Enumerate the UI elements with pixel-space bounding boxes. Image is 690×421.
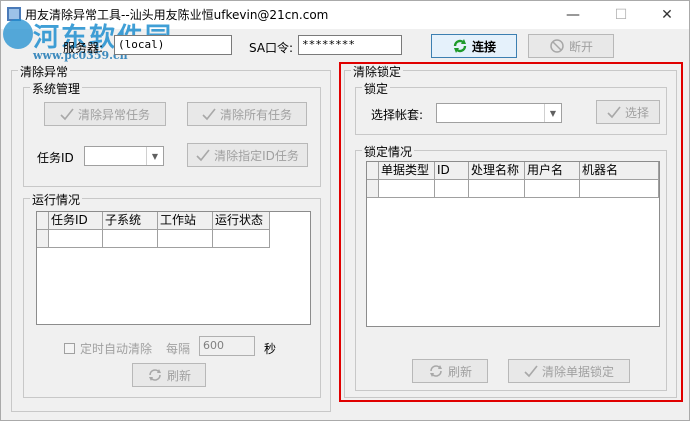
chevron-down-icon: ▼ bbox=[146, 147, 163, 165]
auto-clear-label: 定时自动清除 bbox=[80, 342, 153, 356]
column-header[interactable]: 运行状态 bbox=[213, 212, 270, 230]
minimize-icon: — bbox=[566, 7, 580, 23]
minimize-button[interactable]: — bbox=[550, 1, 596, 29]
checkmark-icon bbox=[196, 149, 210, 162]
connect-button[interactable]: 连接 bbox=[431, 34, 517, 58]
interval-input[interactable]: 600 bbox=[199, 336, 255, 356]
table-cell[interactable] bbox=[213, 230, 270, 248]
disconnect-button[interactable]: 断开 bbox=[528, 34, 614, 58]
task-id-select[interactable]: ▼ bbox=[84, 146, 164, 166]
clear-exception-tasks-label: 清除异常任务 bbox=[77, 107, 150, 122]
highlight-box bbox=[339, 62, 683, 402]
clear-all-tasks-label: 清除所有任务 bbox=[219, 107, 292, 122]
refresh-label: 刷新 bbox=[166, 368, 191, 383]
column-header[interactable]: 子系统 bbox=[103, 212, 158, 230]
checkmark-icon bbox=[60, 108, 74, 121]
clear-specified-task-label: 清除指定ID任务 bbox=[214, 148, 299, 163]
system-mgmt-group: 系统管理 清除异常任务 清除所有任务 任务ID ▼ 清除指定ID任务 bbox=[23, 80, 321, 187]
connect-label: 连接 bbox=[471, 39, 496, 54]
maximize-icon: ☐ bbox=[614, 7, 628, 23]
clear-exception-tasks-button[interactable]: 清除异常任务 bbox=[44, 102, 166, 126]
interval-label: 每隔 bbox=[166, 342, 191, 356]
disconnect-label: 断开 bbox=[568, 39, 593, 54]
table-cell[interactable] bbox=[158, 230, 213, 248]
clear-exception-group: 清除异常 系统管理 清除异常任务 清除所有任务 任务ID ▼ 清除指定ID任务 bbox=[11, 63, 331, 412]
column-header[interactable]: 工作站 bbox=[158, 212, 213, 230]
running-status-group: 运行情况 任务ID 子系统 工作站 运行状态 定时自动清除 每隔 600 秒 刷… bbox=[23, 191, 321, 398]
row-indicator bbox=[37, 212, 49, 230]
task-id-label: 任务ID bbox=[37, 151, 74, 165]
system-mgmt-title: 系统管理 bbox=[30, 80, 83, 97]
disconnect-icon bbox=[550, 39, 564, 53]
table-row[interactable] bbox=[37, 230, 270, 248]
refresh-green-icon bbox=[453, 39, 467, 53]
running-grid[interactable]: 任务ID 子系统 工作站 运行状态 bbox=[36, 211, 311, 325]
running-grid-header: 任务ID 子系统 工作站 运行状态 bbox=[37, 212, 270, 230]
main-window: 用友清除异常工具--汕头用友陈业恒ufkevin@21cn.com — ☐ ✕ … bbox=[0, 0, 690, 421]
server-input[interactable]: (local) bbox=[114, 35, 232, 55]
watermark-logo-icon bbox=[3, 19, 33, 49]
clear-exception-title: 清除异常 bbox=[18, 63, 71, 80]
maximize-button[interactable]: ☐ bbox=[598, 1, 644, 29]
checkmark-icon bbox=[202, 108, 216, 121]
refresh-running-button[interactable]: 刷新 bbox=[132, 363, 206, 387]
table-cell[interactable] bbox=[49, 230, 103, 248]
seconds-label: 秒 bbox=[264, 342, 277, 356]
sa-password-label: SA口令: bbox=[249, 41, 294, 55]
row-indicator bbox=[37, 230, 49, 248]
close-button[interactable]: ✕ bbox=[644, 1, 690, 29]
running-status-title: 运行情况 bbox=[30, 191, 83, 208]
column-header[interactable]: 任务ID bbox=[49, 212, 103, 230]
close-icon: ✕ bbox=[661, 7, 673, 23]
clear-specified-task-button[interactable]: 清除指定ID任务 bbox=[187, 143, 308, 167]
clear-all-tasks-button[interactable]: 清除所有任务 bbox=[187, 102, 307, 126]
refresh-icon bbox=[148, 369, 161, 381]
auto-clear-checkbox[interactable] bbox=[64, 343, 75, 354]
server-label: 服务器: bbox=[63, 41, 104, 55]
sa-password-input[interactable]: ******** bbox=[298, 35, 402, 55]
table-cell[interactable] bbox=[103, 230, 158, 248]
